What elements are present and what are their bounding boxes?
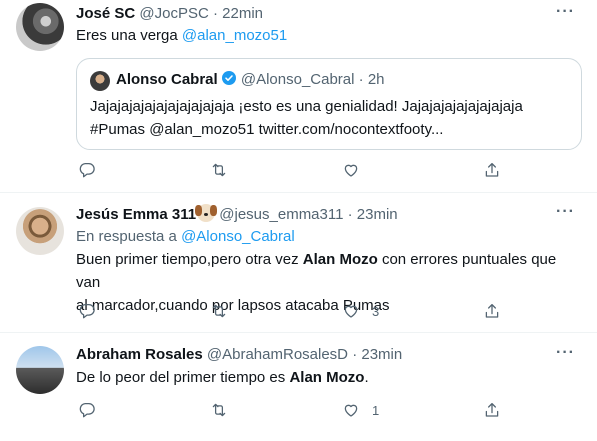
quoted-avatar	[90, 71, 110, 91]
retweet-icon	[212, 403, 226, 417]
like-count: 1	[372, 402, 380, 418]
author-handle[interactable]: @AbrahamRosalesD	[207, 346, 348, 363]
tweet-header: José SC @JocPSC · 22min	[76, 4, 557, 24]
quoted-text: Jajajajajajajajajajajaja ¡esto es una ge…	[90, 95, 571, 141]
heart-icon	[344, 305, 358, 318]
separator: ·	[347, 206, 353, 223]
avatar[interactable]	[16, 3, 64, 51]
share-button[interactable]	[483, 301, 501, 321]
text-segment: Buen primer tiempo,pero otra vez	[76, 251, 303, 268]
more-options-icon[interactable]: ···	[556, 203, 575, 221]
text-bold-segment: Alan Mozo	[289, 369, 365, 386]
author-name[interactable]: Abraham Rosales	[76, 346, 203, 363]
tweet-text: De lo peor del primer tiempo es Alan Moz…	[76, 366, 577, 389]
retweet-button[interactable]	[210, 301, 228, 321]
tweet-text: Eres una verga @alan_mozo51	[76, 24, 577, 47]
timestamp[interactable]: 23min	[357, 206, 398, 223]
quoted-tweet[interactable]: Alonso Cabral @Alonso_Cabral · 2h Jajaja…	[76, 58, 582, 150]
like-button[interactable]	[342, 160, 360, 180]
like-button[interactable]: 1	[342, 400, 379, 420]
quoted-header: Alonso Cabral @Alonso_Cabral · 2h	[116, 70, 385, 90]
verified-badge-icon	[221, 71, 236, 85]
tweet[interactable]: José SC @JocPSC · 22min ··· Eres una ver…	[0, 0, 597, 192]
tweet[interactable]: Abraham Rosales @AbrahamRosalesD · 23min…	[0, 333, 597, 441]
quoted-author-handle: @Alonso_Cabral	[240, 71, 355, 88]
tweet-header: Abraham Rosales @AbrahamRosalesD · 23min	[76, 345, 557, 365]
author-name[interactable]: José SC	[76, 5, 135, 22]
timestamp[interactable]: 22min	[222, 5, 263, 22]
dog-face-icon	[195, 204, 218, 222]
quoted-text-line: Jajajajajajajajajajajaja ¡esto es una ge…	[90, 98, 523, 115]
share-icon	[485, 303, 499, 318]
text-segment: .	[364, 369, 369, 386]
quoted-author-name: Alonso Cabral	[116, 71, 218, 88]
tweet-actions: 3	[76, 301, 506, 321]
reply-button[interactable]	[78, 400, 96, 420]
more-options-icon[interactable]: ···	[556, 344, 575, 362]
share-icon	[485, 402, 499, 417]
reply-icon	[79, 402, 95, 418]
tweet-text-prefix: Eres una verga	[76, 27, 182, 44]
retweet-icon	[212, 304, 226, 318]
timestamp[interactable]: 23min	[361, 346, 402, 363]
reply-context-prefix: En respuesta a	[76, 228, 182, 245]
author-handle[interactable]: @jesus_emma311	[219, 206, 343, 223]
separator: ·	[212, 5, 218, 22]
heart-icon	[344, 404, 358, 417]
author-handle[interactable]: @JocPSC	[139, 5, 208, 22]
tweet-actions: 1	[76, 400, 506, 420]
tweet-text-line: Buen primer tiempo,pero otra vez Alan Mo…	[76, 248, 577, 294]
heart-icon	[344, 164, 358, 177]
share-button[interactable]	[483, 160, 501, 180]
like-count: 3	[372, 303, 380, 319]
more-options-icon[interactable]: ···	[556, 3, 575, 21]
share-button[interactable]	[483, 400, 501, 420]
retweet-icon	[212, 163, 226, 177]
avatar[interactable]	[16, 207, 64, 255]
text-segment: De lo peor del primer tiempo es	[76, 369, 290, 386]
quoted-text-line: #Pumas @alan_mozo51 twitter.com/nocontex…	[90, 121, 444, 138]
retweet-button[interactable]	[210, 400, 228, 420]
share-icon	[485, 162, 499, 177]
tweet[interactable]: Jesús Emma 311 @jesus_emma311 · 23min ··…	[0, 193, 597, 332]
text-bold-segment: Alan Mozo	[302, 251, 378, 268]
reply-context: En respuesta a @Alonso_Cabral	[76, 225, 577, 248]
separator: ·	[358, 71, 364, 88]
author-name[interactable]: Jesús Emma 311	[76, 206, 196, 223]
reply-icon	[79, 162, 95, 178]
reply-icon	[79, 303, 95, 319]
reply-button[interactable]	[78, 160, 96, 180]
like-button[interactable]: 3	[342, 301, 379, 321]
tweet-actions	[76, 160, 506, 180]
reply-button[interactable]	[78, 301, 96, 321]
tweet-header: Jesús Emma 311 @jesus_emma311 · 23min	[76, 204, 557, 224]
mention-link[interactable]: @Alonso_Cabral	[181, 228, 295, 245]
avatar[interactable]	[16, 346, 64, 394]
quoted-timestamp: 2h	[367, 71, 385, 88]
mention-link[interactable]: @alan_mozo51	[182, 27, 287, 44]
retweet-button[interactable]	[210, 160, 228, 180]
separator: ·	[352, 346, 358, 363]
